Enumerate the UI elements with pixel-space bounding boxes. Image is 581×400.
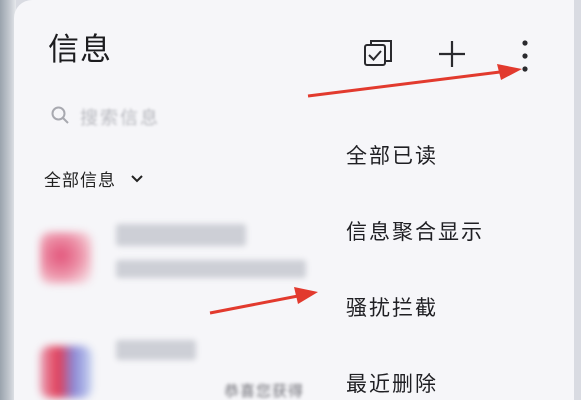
annotation-arrowhead [294,287,318,304]
annotation-arrow-line [209,294,299,315]
annotation-arrows [209,64,522,315]
annotation-arrow-line [307,70,501,98]
annotation-arrowhead [497,64,522,80]
